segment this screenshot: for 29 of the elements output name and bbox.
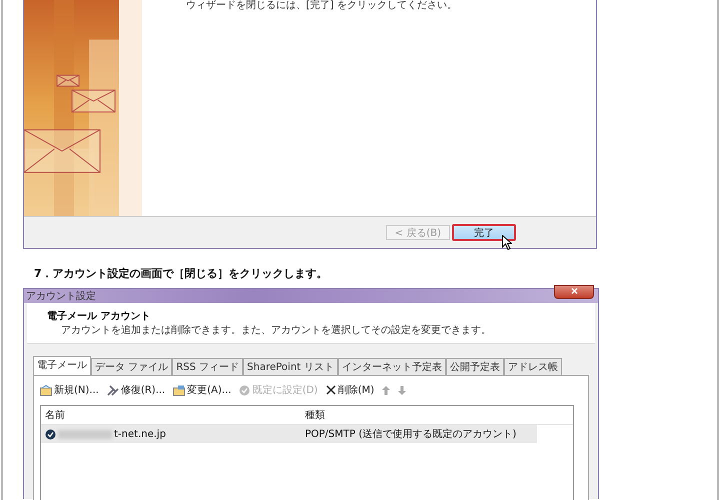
envelope-icon — [40, 384, 52, 396]
close-button[interactable] — [554, 285, 594, 299]
blurred-text — [58, 430, 112, 438]
down-arrow-icon — [398, 386, 406, 394]
tab[interactable]: SharePoint リスト — [243, 358, 338, 375]
tab[interactable]: 公開予定表 — [446, 358, 504, 375]
check-circle-icon — [239, 384, 250, 396]
toolbar-button[interactable]: 修復(R)... — [106, 383, 166, 397]
header-description: アカウントを追加または削除できます。また、アカウントを選択してその設定を変更できます。 — [61, 324, 492, 337]
tab[interactable]: RSS フィード — [172, 358, 244, 375]
toolbar-button[interactable]: 変更(A)... — [173, 383, 232, 397]
tab[interactable]: アドレス帳 — [504, 358, 562, 375]
card-icon — [173, 384, 186, 396]
column-header[interactable]: 名前 — [45, 408, 305, 422]
tab[interactable]: データ ファイル — [91, 358, 172, 375]
column-header[interactable]: 種類 — [305, 408, 325, 422]
account-type: POP/SMTP (送信で使用する既定のアカウント) — [305, 428, 516, 441]
close-icon — [570, 288, 578, 294]
tab[interactable]: インターネット予定表 — [338, 358, 446, 375]
header-title: 電子メール アカウント — [47, 310, 152, 323]
toolbar-button[interactable]: 新規(N)... — [40, 383, 99, 397]
tab[interactable]: 電子メール — [33, 356, 91, 375]
window-title: アカウント設定 — [26, 290, 96, 303]
step-instruction: 7．アカウント設定の画面で［閉じる］をクリックします。 — [34, 266, 329, 281]
toolbar-button[interactable]: 削除(M) — [326, 383, 374, 397]
x-icon — [326, 385, 336, 395]
up-arrow-icon — [382, 386, 390, 394]
account-name: t-net.ne.jp — [114, 428, 166, 440]
account-row[interactable]: t-net.ne.jp POP/SMTP (送信で使用する既定のアカウント) — [41, 425, 537, 443]
